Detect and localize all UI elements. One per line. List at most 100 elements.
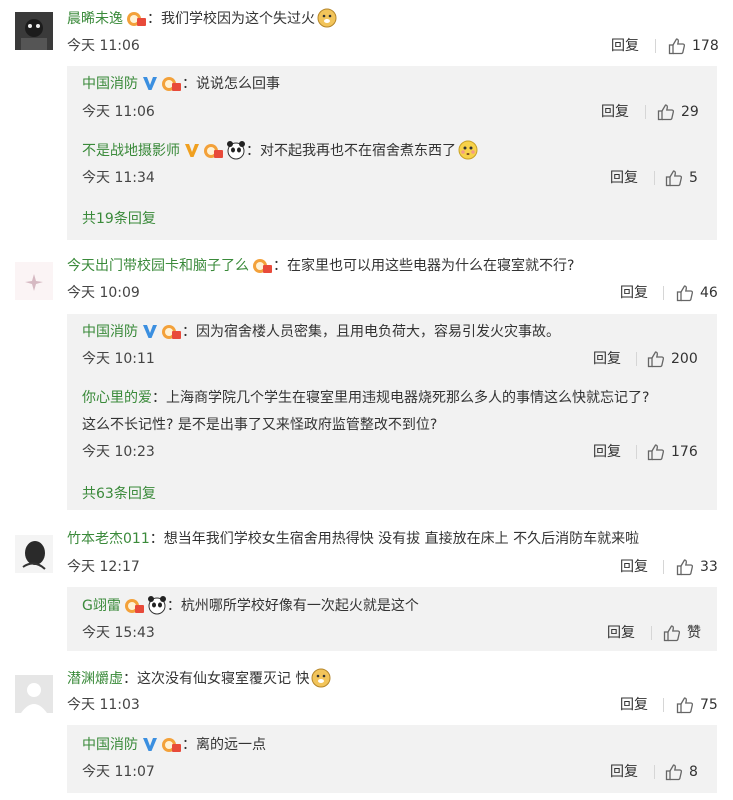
doge-emoji-icon	[317, 8, 337, 28]
like-button[interactable]: 178	[668, 36, 719, 56]
comment-time: 今天 12:17	[67, 559, 140, 575]
avatar[interactable]	[15, 262, 53, 300]
thumb-up-icon	[676, 558, 694, 576]
reply-button[interactable]: 回复	[607, 623, 635, 643]
comment-text: ：在家里也可以用这些电器为什么在寝室就不行?	[273, 258, 575, 274]
thumb-up-icon	[676, 284, 694, 302]
reply-button[interactable]: 回复	[593, 442, 621, 462]
reply-text: ：因为宿舍楼人员密集，且用电负荷大，容易引发火灾事故。	[182, 324, 560, 340]
thumb-up-icon	[647, 443, 665, 461]
reply-body: 中国消防 ：离的远一点	[82, 735, 266, 755]
comment-body: 潜渊爝虚：这次没有仙女寝室覆灭记 快	[67, 668, 331, 689]
vip-badge-icon	[125, 9, 147, 27]
comment-2: 今天出门带校园卡和脑子了么 ：在家里也可以用这些电器为什么在寝室就不行? 今天 1…	[0, 252, 733, 514]
thumb-up-icon	[668, 37, 686, 55]
reply-time: 今天 10:11	[82, 351, 155, 367]
reply-time: 今天 10:23	[82, 444, 155, 460]
verified-v-icon	[142, 736, 158, 752]
reply-button[interactable]: 回复	[593, 349, 621, 369]
comment-body: 晨晞未逸 ：我们学校因为这个失过火	[67, 8, 337, 29]
comment-3: 竹本老杰011：想当年我们学校女生宿舍用热得快 没有拔 直接放在床上 不久后消防…	[0, 527, 733, 655]
divider	[651, 626, 652, 640]
reply-body: 中国消防 ：因为宿舍楼人员密集，且用电负荷大，容易引发火灾事故。	[82, 322, 560, 342]
verified-v-icon	[184, 142, 200, 158]
username-link[interactable]: 晨晞未逸	[67, 11, 123, 27]
username-link[interactable]: 中国消防	[82, 76, 138, 92]
reply-thread: 中国消防 ：因为宿舍楼人员密集，且用电负荷大，容易引发火灾事故。 今天 10:11…	[67, 314, 717, 510]
vip-badge-icon	[251, 256, 273, 274]
reply-button[interactable]: 回复	[601, 102, 629, 122]
reply-text-continued: 这么不长记性? 是不是出事了又来怪政府监管整改不到位?	[82, 417, 438, 433]
avatar[interactable]	[15, 535, 53, 573]
vip-badge-icon	[160, 735, 182, 753]
username-link[interactable]: 今天出门带校园卡和脑子了么	[67, 258, 249, 274]
like-button[interactable]: 200	[647, 349, 698, 369]
reply-button[interactable]: 回复	[610, 168, 638, 188]
like-count: 178	[692, 38, 719, 54]
vip-badge-icon	[160, 74, 182, 92]
like-count: 8	[689, 764, 698, 780]
reply-time: 今天 11:34	[82, 170, 155, 186]
divider	[654, 765, 655, 779]
comment-time: 今天 11:03	[67, 697, 140, 713]
like-button[interactable]: 赞	[663, 623, 701, 643]
panda-emoji-icon	[226, 140, 246, 160]
more-replies-link[interactable]: 共19条回复	[82, 209, 156, 229]
like-button[interactable]: 75	[676, 695, 718, 715]
vip-badge-icon	[123, 596, 145, 614]
comment-text: ：我们学校因为这个失过火	[147, 11, 315, 27]
like-button[interactable]: 29	[657, 102, 699, 122]
vip-badge-icon	[160, 322, 182, 340]
like-button[interactable]: 8	[665, 762, 698, 782]
comment-body: 竹本老杰011：想当年我们学校女生宿舍用热得快 没有拔 直接放在床上 不久后消防…	[67, 529, 639, 549]
like-count: 200	[671, 351, 698, 367]
divider	[645, 105, 646, 119]
avatar[interactable]	[15, 12, 53, 50]
comment-text: ：这次没有仙女寝室覆灭记 快	[123, 671, 310, 687]
blush-emoji-icon	[458, 140, 478, 160]
like-button[interactable]: 46	[676, 283, 718, 303]
thumb-up-icon	[676, 696, 694, 714]
username-link[interactable]: G翊雷	[82, 598, 121, 614]
reply-thread: G翊雷 ：杭州哪所学校好像有一次起火就是这个 今天 15:43 回复 赞	[67, 587, 717, 651]
comment-time: 今天 11:06	[67, 38, 140, 54]
more-replies-link[interactable]: 共63条回复	[82, 484, 156, 504]
username-link[interactable]: 潜渊爝虚	[67, 671, 123, 687]
reply-button[interactable]: 回复	[620, 283, 648, 303]
reply-body: 不是战地摄影师 ：对不起我再也不在宿舍煮东西了	[82, 140, 478, 161]
username-link[interactable]: 你心里的爱	[82, 390, 152, 406]
vip-badge-icon	[202, 141, 224, 159]
divider	[663, 560, 664, 574]
like-count: 29	[681, 104, 699, 120]
reply-time: 今天 11:06	[82, 104, 155, 120]
thumb-up-icon	[663, 624, 681, 642]
username-link[interactable]: 竹本老杰011	[67, 531, 150, 547]
reply-body: 中国消防 ：说说怎么回事	[82, 74, 280, 94]
username-link[interactable]: 中国消防	[82, 737, 138, 753]
divider	[663, 698, 664, 712]
reply-button[interactable]: 回复	[620, 695, 648, 715]
verified-v-icon	[142, 323, 158, 339]
reply-text: ：说说怎么回事	[182, 76, 280, 92]
reply-button[interactable]: 回复	[611, 36, 639, 56]
reply-button[interactable]: 回复	[610, 762, 638, 782]
reply-body: G翊雷 ：杭州哪所学校好像有一次起火就是这个	[82, 595, 419, 616]
like-button[interactable]: 5	[665, 168, 698, 188]
username-link[interactable]: 中国消防	[82, 324, 138, 340]
reply-thread: 中国消防 ：说说怎么回事 今天 11:06 回复 29 不是战地摄影师 ：对不起我再…	[67, 66, 717, 240]
divider	[636, 352, 637, 366]
like-button[interactable]: 176	[647, 442, 698, 462]
like-count: 33	[700, 559, 718, 575]
reply-text: ：上海商学院几个学生在寝室里用违规电器烧死那么多人的事情这么快就忘记了?	[152, 390, 650, 406]
like-count: 176	[671, 444, 698, 460]
avatar[interactable]	[15, 675, 53, 713]
comment-1: 晨晞未逸 ：我们学校因为这个失过火 今天 11:06 回复 178 中国消防 ：说说…	[0, 0, 733, 260]
divider	[663, 286, 664, 300]
reply-button[interactable]: 回复	[620, 557, 648, 577]
comment-text: ：想当年我们学校女生宿舍用热得快 没有拔 直接放在床上 不久后消防车就来啦	[149, 531, 640, 547]
verified-v-icon	[142, 75, 158, 91]
username-link[interactable]: 不是战地摄影师	[82, 143, 180, 159]
comment-4: 潜渊爝虚：这次没有仙女寝室覆灭记 快 今天 11:03 回复 75 中国消防 ：离…	[0, 665, 733, 800]
like-button[interactable]: 33	[676, 557, 718, 577]
thumb-up-icon	[657, 103, 675, 121]
